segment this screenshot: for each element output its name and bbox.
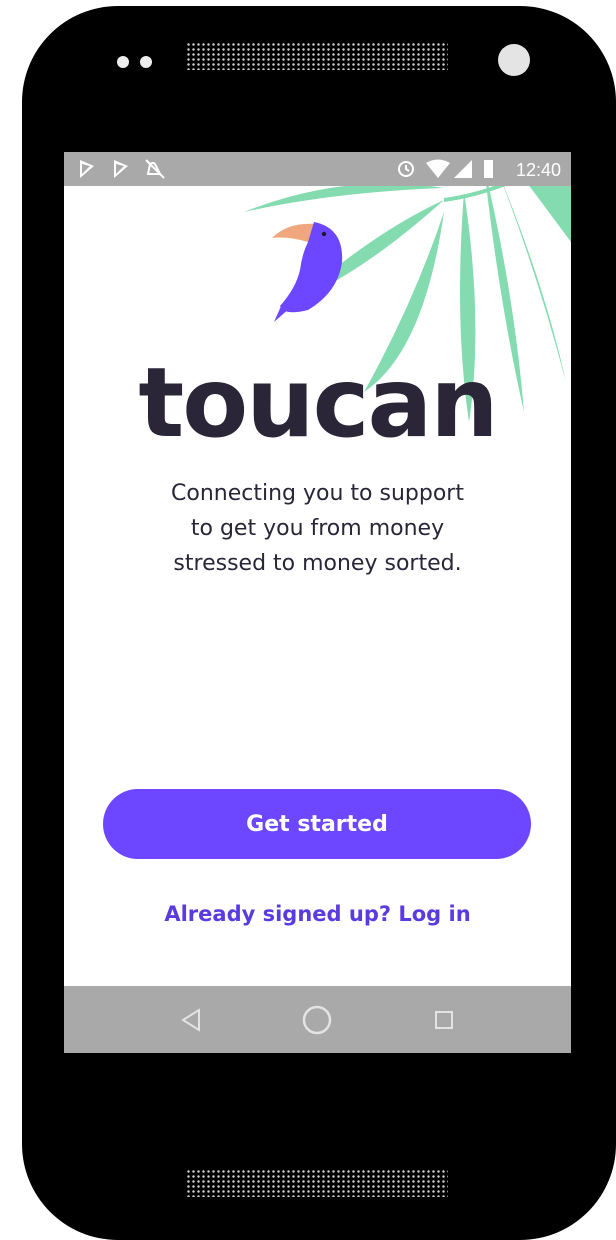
home-icon[interactable] (295, 998, 339, 1042)
camera-dot (117, 56, 129, 68)
earpiece-speaker (186, 42, 448, 70)
camera-dot (140, 56, 152, 68)
signal-icon (454, 160, 472, 178)
back-icon[interactable] (169, 998, 213, 1042)
status-bar: 12:40 (64, 152, 571, 186)
app-logo-wordmark: toucan (138, 347, 498, 459)
toucan-logo-icon (272, 222, 343, 322)
bottom-speaker (186, 1169, 448, 1197)
tagline-line: stressed to money sorted. (173, 551, 462, 576)
tagline: Connecting you to support to get you fro… (124, 476, 511, 581)
get-started-button[interactable]: Get started (103, 789, 531, 859)
navigation-bar (64, 986, 571, 1053)
wifi-icon (426, 159, 450, 178)
front-camera (498, 44, 530, 76)
status-time: 12:40 (515, 160, 561, 180)
recents-icon[interactable] (422, 998, 466, 1042)
tagline-line: to get you from money (190, 516, 445, 541)
log-in-link[interactable]: Already signed up? Log in (64, 902, 571, 926)
tagline-line: Connecting you to support (171, 481, 464, 506)
notification-icon (114, 160, 128, 178)
app-screen: 12:40 toucan Connecting you to support t… (64, 152, 571, 1053)
sync-off-icon (145, 159, 165, 179)
battery-icon (484, 160, 493, 178)
alarm-icon (398, 161, 414, 177)
notification-icon (80, 160, 94, 178)
